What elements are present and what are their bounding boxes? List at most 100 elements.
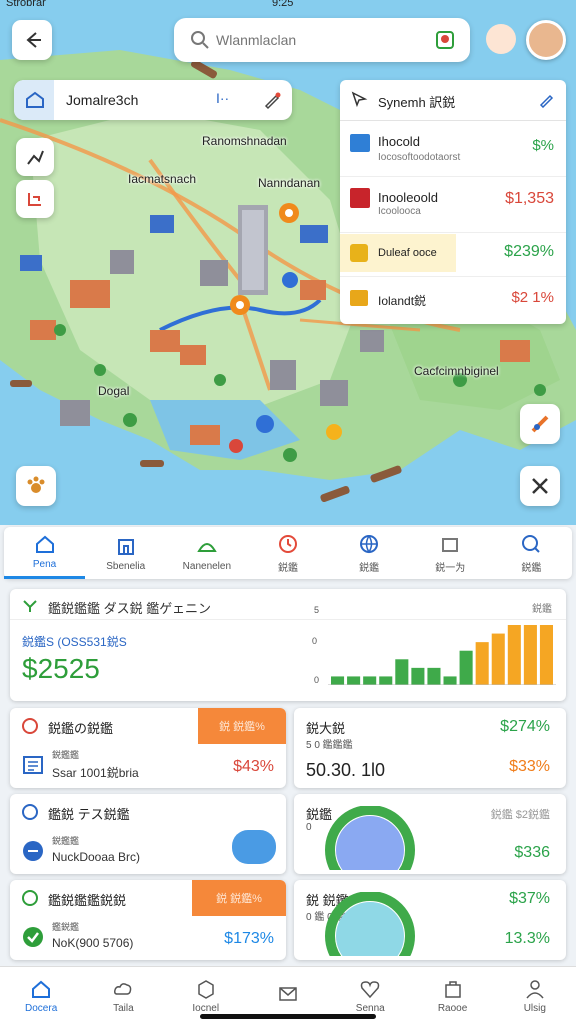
card-detail: Ssar 1001鋭bria [52, 766, 139, 780]
cube-icon [197, 979, 214, 999]
cloud-icon [114, 982, 132, 995]
animal-button[interactable] [16, 466, 56, 506]
nav-item-1[interactable]: Taila [82, 967, 164, 1024]
stats-title: 鑑鋭鑑鑑 ダス鋭 鑑ゲェニン [48, 601, 211, 616]
card-title: 鑑鋭鑑鑑鋭鋭 [48, 893, 127, 908]
folder-icon [350, 290, 368, 306]
route-icon [27, 150, 44, 165]
building-icon [26, 91, 44, 108]
tools-button[interactable] [520, 466, 560, 506]
gauge-chart [325, 806, 415, 870]
heart-icon [361, 980, 380, 998]
coin-icon [350, 244, 368, 262]
card-value-top: 鋭鑑 $2鋭鑑 [490, 809, 550, 821]
back-button[interactable] [12, 20, 52, 60]
nav-label: Iocnel [192, 1002, 220, 1014]
avatar[interactable] [526, 20, 566, 60]
route-button[interactable] [16, 138, 54, 176]
card-value-top: $37% [509, 890, 550, 907]
carrier-label: Strobrar [6, 0, 46, 9]
home-icon [35, 535, 54, 553]
nav-label: Raooe [437, 1002, 468, 1014]
category-tabs: Pena Sbenelia Nanenelen 鋭鑑 鋭鑑 鋭一为 鋭鑑 [4, 527, 572, 579]
bag-icon [444, 980, 461, 998]
summary-card[interactable]: 鑑鋭 テス鋭鑑 鋭鑑鑑 NuckDooaa Brc) [10, 794, 286, 874]
list-item[interactable]: Ihocold Iocosoftoodotaorst $% [340, 124, 566, 174]
tab-5[interactable]: 鋭一为 [410, 527, 491, 579]
tab-0[interactable]: Pena [4, 527, 86, 579]
layers-button[interactable] [16, 180, 54, 218]
search-input[interactable] [216, 28, 416, 52]
home-icon [32, 980, 51, 998]
mail-icon [279, 987, 297, 1001]
card-value: $173% [224, 930, 274, 947]
card-value: $43% [233, 758, 274, 775]
nav-item-6[interactable]: Ulsig [494, 967, 576, 1024]
nav-item-0[interactable]: Docera [0, 967, 82, 1024]
location-title: Jomalre3ch [66, 92, 139, 108]
nav-label: Ulsig [523, 1002, 546, 1014]
metric-card[interactable]: 鋭鑑 0 鋭鑑 $2鋭鑑 $336 [294, 794, 566, 874]
trend-icon [23, 600, 37, 612]
bar [475, 642, 489, 685]
tab-2[interactable]: Nanenelen [166, 527, 247, 579]
stats-filter[interactable]: 鋭鑑 [532, 600, 552, 615]
metric-card[interactable]: 鋭 鋭鑑 0 鑑 0 鑑 $37% 13.3% [294, 880, 566, 960]
tab-6[interactable]: 鋭鑑 [491, 527, 572, 579]
nav-item-5[interactable]: Raooe [411, 967, 493, 1024]
table-icon [350, 134, 370, 152]
status-badge: 鋭 鋭鑑% [198, 708, 286, 744]
tab-4[interactable]: 鋭鑑 [329, 527, 410, 579]
card-value-bottom: 13.3% [504, 930, 550, 947]
bar [347, 676, 361, 685]
home-indicator [200, 1014, 376, 1019]
bar [379, 676, 393, 685]
search-icon [191, 31, 209, 49]
summary-card[interactable]: 鑑鋭鑑鑑鋭鋭 鋭 鋭鑑% 鑑鋭鑑 NoK(900 5706) $173% [10, 880, 286, 960]
tab-label: 鋭一为 [435, 562, 466, 574]
list-icon [23, 756, 43, 774]
list-item[interactable]: Inooleoold Icoolooca $1,353 [340, 180, 566, 230]
arrow-left-icon [26, 32, 41, 48]
map-label: Dogal [98, 384, 130, 398]
more-icon[interactable]: I·· [216, 90, 229, 106]
edit-icon[interactable] [262, 90, 282, 110]
explore-button[interactable] [520, 404, 560, 444]
tab-3[interactable]: 鋭鑑 [247, 527, 328, 579]
stats-subtitle: 鋭鑑S (OSS531鋭S [22, 635, 127, 649]
card-value-bottom: $336 [514, 844, 550, 861]
bar [459, 650, 473, 685]
card-value-top: $274% [500, 718, 550, 735]
card-detail: NoK(900 5706) [52, 936, 134, 950]
card-title: 鋭大鋭 [306, 721, 346, 736]
edit-icon[interactable] [538, 90, 556, 108]
tab-label: 鋭鑑 [521, 562, 542, 574]
card-sub: 0 [306, 822, 312, 833]
card-title: 鋭鑑の鋭鑑 [48, 721, 114, 736]
synch-panel: Synemh 訳鋭 Ihocold Iocosoftoodotaorst $% … [340, 80, 566, 324]
status-icon [22, 890, 38, 906]
tab-label: Nanenelen [182, 560, 232, 572]
stats-value: $2525 [22, 653, 100, 684]
search-icon [522, 534, 541, 553]
location-marker-icon[interactable] [434, 29, 456, 51]
list-item[interactable]: Iolandt鋭 $2 1% [340, 280, 566, 320]
metric-card[interactable]: 鋭大鋭 5 0 鑑鑑鑑 50.30. 1l0 $274% $33% [294, 708, 566, 788]
avatar-secondary[interactable] [486, 24, 516, 54]
location-card[interactable]: Jomalre3ch I·· [14, 80, 292, 120]
summary-card[interactable]: 鋭鑑の鋭鑑 鋭 鋭鑑% 鋭鑑鑑 Ssar 1001鋭bria $43% [10, 708, 286, 788]
status-bar: Strobrar 9:25 [0, 0, 576, 14]
tab-label: Pena [32, 559, 57, 570]
status-icon [22, 718, 38, 734]
dome-icon [197, 542, 217, 552]
bar [427, 667, 441, 685]
tab-label: 鋭鑑 [359, 562, 380, 574]
bar [539, 625, 553, 685]
bar [331, 676, 345, 685]
bar [411, 667, 425, 685]
status-badge: 鋭 鋭鑑% [192, 880, 286, 916]
search-bar[interactable] [174, 18, 470, 62]
tab-1[interactable]: Sbenelia [85, 527, 166, 579]
list-item[interactable]: Duleaf ooce $239% [340, 234, 566, 274]
panel-title: Synemh 訳鋭 [378, 95, 456, 110]
